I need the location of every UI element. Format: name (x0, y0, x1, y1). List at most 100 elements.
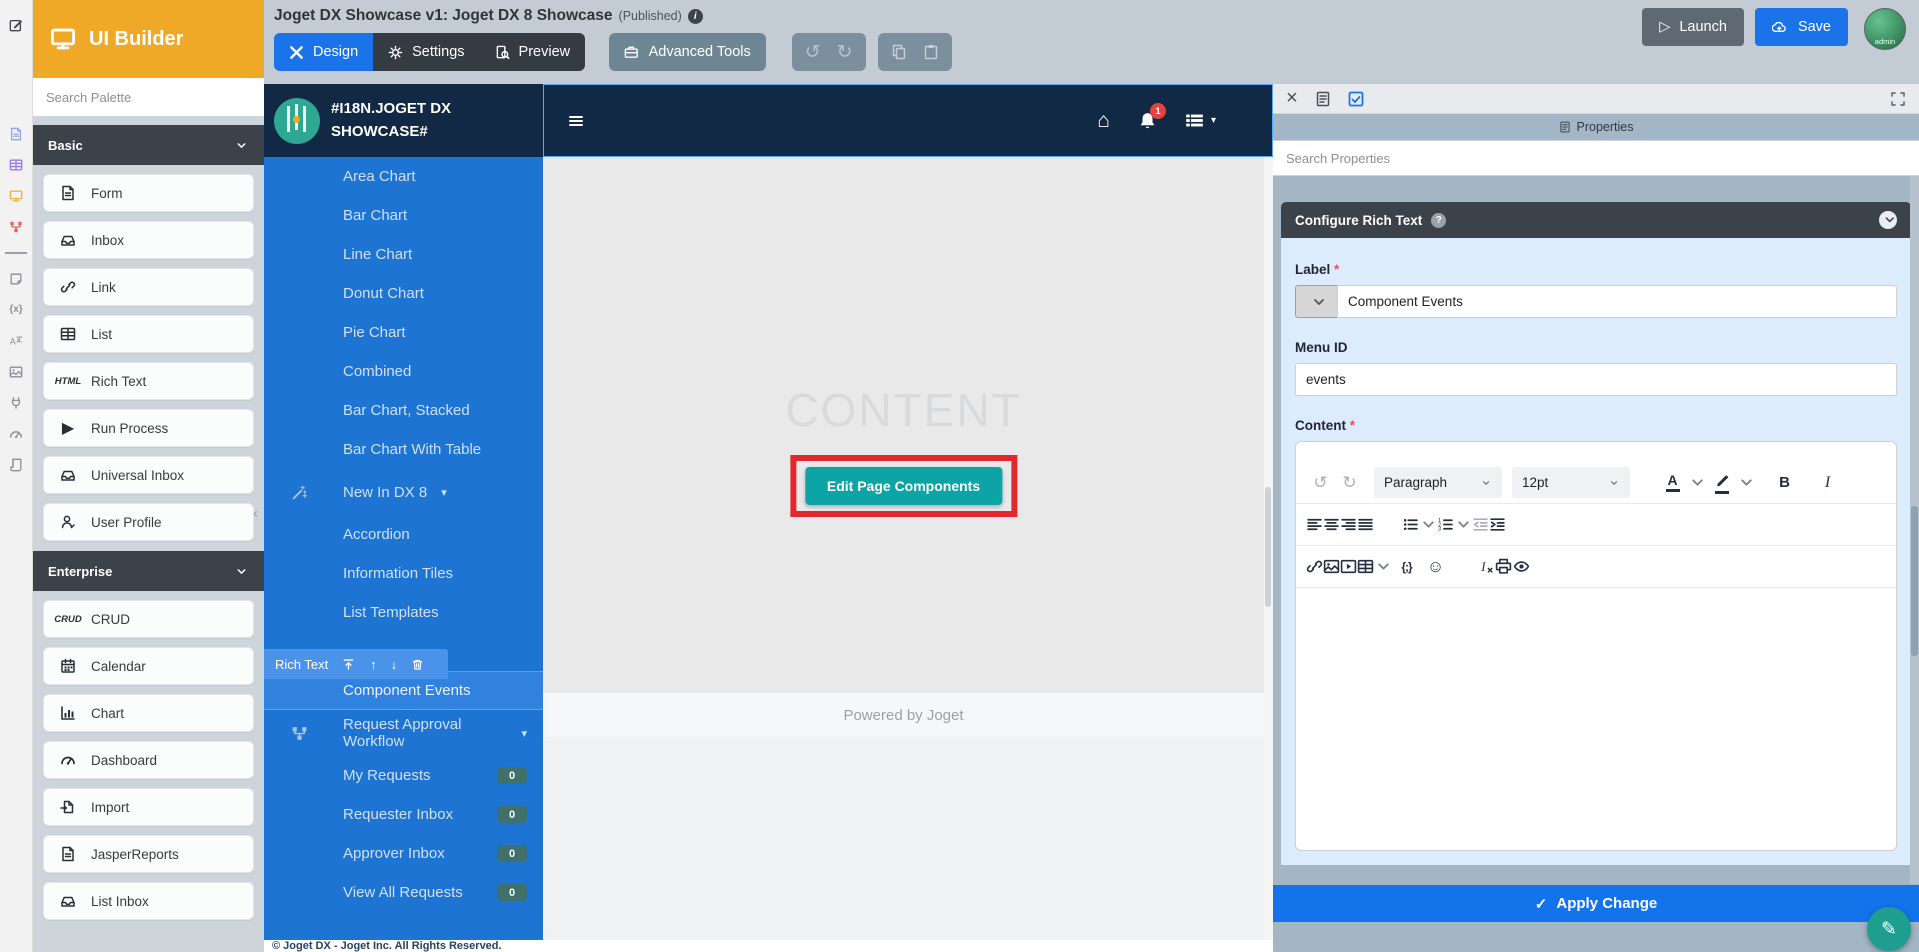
palette-item[interactable]: Form (43, 174, 254, 212)
menu-item[interactable]: Donut Chart (264, 274, 543, 313)
editor-menu-item[interactable] (1415, 451, 1435, 459)
help-icon[interactable] (1431, 212, 1447, 228)
settings-tab[interactable]: Settings (373, 33, 480, 71)
font-size-select[interactable]: 12pt (1512, 467, 1630, 498)
paste-icon[interactable] (923, 44, 939, 60)
align-right-icon[interactable] (1340, 510, 1357, 539)
scroll-icon[interactable] (7, 456, 25, 474)
plugin-icon[interactable] (7, 394, 25, 412)
code-sample-icon[interactable]: {;} (1392, 552, 1421, 581)
form-builder-icon[interactable] (7, 125, 25, 143)
editor-menu-item[interactable] (1305, 451, 1325, 459)
menu-item[interactable]: List Templates (264, 593, 543, 632)
json-doc-icon[interactable] (1315, 91, 1331, 107)
redo-icon[interactable]: ↻ (837, 41, 853, 64)
palette-item[interactable]: Inbox (43, 221, 254, 259)
collapse-palette-icon[interactable]: ‹ (253, 505, 258, 522)
menu-item[interactable]: New In DX 8 ▾ (264, 469, 543, 515)
process-builder-icon[interactable] (7, 218, 25, 236)
preview-tab[interactable]: Preview (479, 33, 586, 71)
italic-button[interactable]: I (1813, 468, 1842, 497)
translate-icon[interactable]: A (7, 332, 25, 350)
menu-item[interactable]: Bar Chart, Stacked (264, 391, 543, 430)
menu-item[interactable]: View All Requests 0 (264, 873, 543, 912)
menu-item[interactable]: Bar Chart (264, 196, 543, 235)
apply-change-button[interactable]: Apply Change (1273, 885, 1919, 922)
menu-item[interactable]: Request Approval Workflow ▾ (264, 710, 543, 756)
block-format-select[interactable]: Paragraph (1374, 467, 1502, 498)
palette-item[interactable]: Chart (43, 694, 254, 732)
config-section-header[interactable]: Configure Rich Text (1281, 202, 1911, 238)
canvas-scrollbar-thumb[interactable] (1265, 487, 1271, 607)
menu-item[interactable]: Line Chart (264, 235, 543, 274)
table-caret-icon[interactable] (1374, 552, 1392, 581)
label-field-input[interactable] (1337, 285, 1897, 318)
canvas-scrollbar[interactable] (1264, 157, 1273, 940)
numbered-list-caret-icon[interactable] (1454, 510, 1472, 539)
table-icon[interactable] (1357, 552, 1374, 581)
align-left-icon[interactable] (1306, 510, 1323, 539)
editor-menu-item[interactable] (1393, 451, 1413, 459)
info-icon[interactable] (687, 8, 703, 24)
align-center-icon[interactable] (1323, 510, 1340, 539)
edit-note-icon[interactable] (7, 16, 25, 34)
app-menu-icon[interactable]: ▾ (1185, 111, 1216, 130)
label-variable-dropdown[interactable] (1295, 285, 1337, 318)
palette-item[interactable]: Calendar (43, 647, 254, 685)
palette-item[interactable]: Import (43, 788, 254, 826)
link-icon[interactable] (1306, 552, 1323, 581)
align-justify-icon[interactable] (1357, 510, 1374, 539)
palette-item[interactable]: Dashboard (43, 741, 254, 779)
app-header-brand[interactable]: #I18N.JOGET DX SHOWCASE# (264, 84, 543, 157)
menu-item[interactable]: Area Chart (264, 157, 543, 196)
properties-tab[interactable]: Properties (1273, 114, 1919, 140)
palette-item[interactable]: JasperReports (43, 835, 254, 873)
palette-item[interactable]: ▶ Run Process (43, 409, 254, 447)
outdent-icon[interactable] (1472, 510, 1489, 539)
move-up-icon[interactable]: ↑ (370, 657, 377, 672)
design-tab[interactable]: Design (274, 33, 374, 71)
print-icon[interactable] (1495, 552, 1512, 581)
bell-icon[interactable]: 1 (1138, 103, 1166, 130)
dashboard-gauge-icon[interactable] (7, 425, 25, 443)
editor-menu-item[interactable] (1327, 451, 1347, 459)
menu-id-field-input[interactable] (1295, 363, 1897, 396)
collapse-section-icon[interactable] (1879, 211, 1897, 229)
launch-button[interactable]: ▷ Launch (1642, 8, 1744, 46)
palette-item[interactable]: Universal Inbox (43, 456, 254, 494)
numbered-list-icon[interactable]: 123 (1437, 510, 1454, 539)
close-icon[interactable]: × (1286, 87, 1298, 110)
menu-item[interactable]: Combined (264, 352, 543, 391)
edit-fab-button[interactable]: ✎ (1867, 907, 1911, 951)
editor-menu-item[interactable] (1371, 451, 1391, 459)
move-down-icon[interactable]: ↓ (391, 657, 398, 672)
menu-item[interactable]: Requester Inbox 0 (264, 795, 543, 834)
clear-formatting-icon[interactable]: I (1478, 552, 1495, 581)
editor-content[interactable] (1296, 588, 1896, 630)
redo-icon[interactable]: ↻ (1335, 468, 1364, 497)
menu-item[interactable]: Accordion (264, 515, 543, 554)
font-color-caret-icon[interactable] (1687, 468, 1707, 497)
palette-item[interactable]: CRUD CRUD (43, 600, 254, 638)
panel-scrollbar-thumb[interactable] (1911, 506, 1918, 656)
save-button[interactable]: Save (1754, 8, 1848, 46)
highlight-color-button[interactable] (1707, 468, 1736, 497)
bullet-list-icon[interactable] (1402, 510, 1419, 539)
properties-search-input[interactable] (1273, 140, 1919, 176)
palette-item[interactable]: List Inbox (43, 882, 254, 920)
advanced-tools-button[interactable]: Advanced Tools (609, 33, 766, 71)
hamburger-icon[interactable] (568, 113, 590, 129)
font-color-button[interactable]: A (1658, 468, 1687, 497)
checkbox-checked-icon[interactable] (1348, 91, 1365, 107)
undo-icon[interactable]: ↺ (805, 41, 821, 64)
panel-scrollbar[interactable] (1910, 176, 1919, 884)
app-header-bar[interactable]: ⌂ 1 ▾ (543, 84, 1273, 157)
bullet-list-caret-icon[interactable] (1419, 510, 1437, 539)
menu-item[interactable]: Information Tiles (264, 554, 543, 593)
variables-icon[interactable]: {x} (7, 301, 25, 319)
editor-menu-item[interactable] (1349, 451, 1369, 459)
datalist-builder-icon[interactable] (7, 156, 25, 174)
media-doc-icon[interactable] (7, 363, 25, 381)
move-to-top-icon[interactable] (342, 658, 356, 671)
menu-item[interactable]: Pie Chart (264, 313, 543, 352)
